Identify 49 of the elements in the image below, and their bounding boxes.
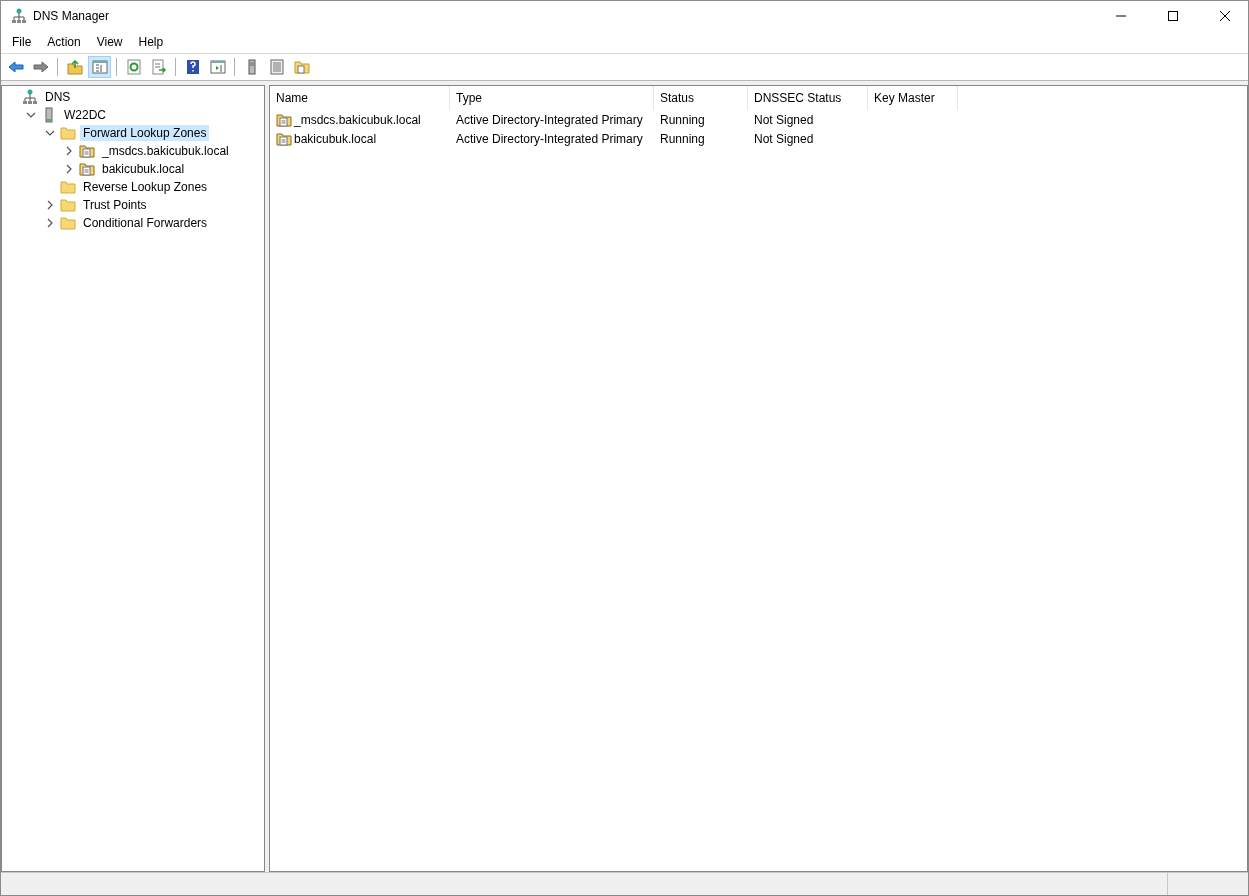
table-cell: bakicubuk.local xyxy=(270,130,450,147)
table-cell: _msdcs.bakicubuk.local xyxy=(270,111,450,128)
tree-item[interactable]: Reverse Lookup Zones xyxy=(80,179,211,195)
table-cell-text: Running xyxy=(659,112,706,127)
table-cell-text: Active Directory-Integrated Primary xyxy=(455,112,644,127)
tree-item[interactable]: DNS xyxy=(42,89,74,105)
network-icon xyxy=(11,8,27,24)
network-icon xyxy=(22,89,38,105)
folder-icon xyxy=(60,197,76,213)
help-icon xyxy=(184,59,201,75)
table-cell-text: Active Directory-Integrated Primary xyxy=(455,131,644,146)
menu-item[interactable]: File xyxy=(4,33,40,51)
action-pane-icon xyxy=(209,59,226,75)
menu-item[interactable]: Action xyxy=(39,33,89,51)
menu-item[interactable]: Help xyxy=(130,33,172,51)
close-icon xyxy=(1220,11,1230,21)
tree-item[interactable]: Conditional Forwarders xyxy=(80,215,211,231)
folder-icon xyxy=(60,215,76,231)
column-header[interactable]: Name xyxy=(270,86,450,110)
zone-file-icon xyxy=(79,143,95,159)
folder-up-icon xyxy=(66,59,83,75)
table-cell-text: Not Signed xyxy=(753,112,815,127)
maximize-icon xyxy=(1168,11,1178,21)
zone-file-icon xyxy=(276,130,292,147)
console-tree-button[interactable] xyxy=(88,56,111,78)
tree-item[interactable]: _msdcs.bakicubuk.local xyxy=(99,143,232,159)
folder-icon xyxy=(60,179,76,195)
export-list-icon xyxy=(150,59,167,75)
tree-item[interactable]: bakicubuk.local xyxy=(99,161,188,177)
back-arrow-icon xyxy=(7,59,24,75)
tree-item[interactable]: Forward Lookup Zones xyxy=(80,125,210,141)
refresh-icon xyxy=(125,59,142,75)
forward-arrow-icon xyxy=(32,59,49,75)
table-cell-text: Not Signed xyxy=(753,131,815,146)
column-header[interactable]: Key Master xyxy=(868,86,958,110)
console-tree-icon xyxy=(91,59,108,75)
window-title: DNS Manager xyxy=(33,9,111,23)
zone-file-icon xyxy=(79,161,95,177)
list-icon xyxy=(268,59,285,75)
tree-item[interactable]: W22DC xyxy=(61,107,109,123)
column-header[interactable]: Status xyxy=(654,86,748,110)
tree-item[interactable]: Trust Points xyxy=(80,197,150,213)
column-header[interactable]: DNSSEC Status xyxy=(748,86,868,110)
menu-item[interactable]: View xyxy=(88,33,131,51)
zone-file-icon xyxy=(276,111,292,128)
column-header[interactable]: Type xyxy=(450,86,654,110)
folder-icon xyxy=(60,125,76,141)
zone-folder-icon xyxy=(293,59,310,75)
table-cell-text: Running xyxy=(659,131,706,146)
